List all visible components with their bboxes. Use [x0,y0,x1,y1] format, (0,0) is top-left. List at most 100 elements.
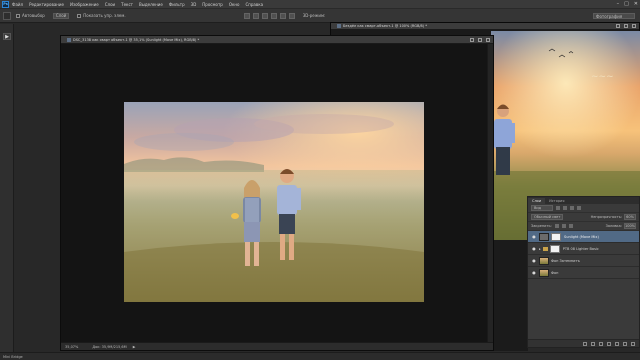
tab-history[interactable]: История [545,198,568,204]
close-icon[interactable] [486,37,490,42]
move-tool-icon[interactable] [3,11,11,20]
layers-panel-footer [528,339,639,347]
filter-adjustment-icon[interactable] [563,206,567,210]
add-mask-icon[interactable] [599,341,603,346]
align-bottom-icon[interactable] [288,12,295,19]
menu-image[interactable]: Изображение [70,2,99,7]
document-title-bar[interactable]: Бездёл как смарт-объект-1 @ 100% (RGB/8)… [331,23,639,30]
layer-item[interactable]: ● ▸ PTB 08 Lighter Basic [528,243,639,255]
lock-label: Закрепить: [531,224,552,228]
maximize-icon[interactable]: □ [624,1,629,7]
eye-icon[interactable]: ● [531,246,537,251]
minimize-icon[interactable] [470,37,474,42]
minimize-icon[interactable]: – [617,1,620,7]
expand-group-icon[interactable]: ▸ [539,247,541,251]
blend-mode-dropdown[interactable]: Обычный свет [531,214,564,220]
opacity-input[interactable]: 60% [624,214,636,220]
close-icon[interactable]: ✕ [634,1,638,7]
menu-bar: Ps Файл Редактирование Изображение Слои … [0,0,640,9]
minimize-icon[interactable] [616,24,620,28]
lock-all-icon[interactable] [568,224,573,228]
mini-bridge-tab[interactable]: Mini Bridge [3,355,23,359]
layer-name: Фон Затемнитъ [551,258,580,263]
expand-tools-icon[interactable]: ▶ [3,33,11,40]
workspace-gap [494,240,528,351]
zoom-level[interactable]: 35,07% [65,345,78,349]
menu-3d[interactable]: 3D [191,2,197,7]
document-window-controls [470,37,493,42]
document-icon [337,24,341,28]
layer-kind-filter[interactable]: Вид [531,205,553,211]
eye-icon[interactable]: ● [531,270,537,275]
new-group-icon[interactable] [615,341,619,346]
filter-pixel-icon[interactable] [556,206,560,210]
align-icons [243,12,295,19]
filter-shape-icon[interactable] [577,206,581,210]
menu-file[interactable]: Файл [12,2,23,7]
menu-filter[interactable]: Фильтр [169,2,185,7]
3d-mode-label: 3D-режим: [302,13,326,18]
autoselect-checkbox[interactable]: Автовыбор [16,13,45,18]
maximize-icon[interactable] [478,37,482,42]
canvas-photo[interactable] [124,102,424,302]
tools-panel: ▶ [0,24,14,360]
delete-layer-icon[interactable] [631,341,635,346]
layer-style-icon[interactable] [591,341,595,346]
layer-thumbnail [539,268,549,277]
blend-row: Обычный свет Непрозрачность: 60% [528,213,639,222]
layer-thumbnail [539,232,549,241]
layer-item[interactable]: ● Фон Затемнитъ [528,255,639,267]
vertical-scrollbar[interactable] [487,44,493,344]
layer-mask-thumbnail[interactable] [551,232,561,241]
lock-pixels-icon[interactable] [554,224,559,228]
align-center-icon[interactable] [252,12,259,19]
document-window[interactable]: DSC_3138 как сварт объект-1 @ 35,1% (Sun… [60,35,494,351]
checkbox-icon [16,13,20,18]
autoselect-dropdown[interactable]: Слой [52,12,70,19]
document-title-bar[interactable]: DSC_3138 как сварт объект-1 @ 35,1% (Sun… [61,36,493,44]
layers-panel-tabs: Слои История [528,197,639,204]
align-left-icon[interactable] [243,12,250,19]
eye-icon[interactable]: ● [531,234,537,239]
layer-name: Sunlight (Move Mix) [564,234,599,239]
layer-name: Фон [551,270,559,275]
status-menu-icon[interactable]: ▶ [133,345,136,349]
layer-item[interactable]: ● Sunlight (Move Mix) [528,231,639,243]
svg-text:~~~: ~~~ [591,72,614,82]
align-middle-icon[interactable] [279,12,286,19]
link-layers-icon[interactable] [583,341,587,346]
layer-item[interactable]: ● Фон [528,267,639,279]
fill-input[interactable]: 100% [624,223,636,229]
layer-mask-thumbnail[interactable] [549,244,560,253]
window-controls: – □ ✕ [617,1,638,7]
canvas-area[interactable] [61,44,493,344]
adjustment-layer-icon[interactable] [607,341,611,346]
menu-edit[interactable]: Редактирование [29,2,64,7]
lock-row: Закрепить: Заливка: 100% [528,222,639,231]
photoshop-logo: Ps [2,0,9,8]
tab-layers[interactable]: Слои [528,198,546,204]
checkbox-icon [77,13,82,18]
options-bar: Автовыбор Слой Показать упр. элем. 3D-ре… [0,9,640,23]
menu-layers[interactable]: Слои [105,2,115,7]
menu-view[interactable]: Просмотр [202,2,223,7]
document-window-controls [616,24,639,28]
eye-icon[interactable]: ● [531,258,537,263]
menu-help[interactable]: Справка [245,2,263,7]
document-status-bar: 35,07% Док: 35,9M/215,6M ▶ [61,342,493,350]
menu-select[interactable]: Выделение [139,2,163,7]
workspace-dropdown[interactable]: Фотография [593,13,635,19]
menu-window[interactable]: Окно [229,2,240,7]
menu-text[interactable]: Текст [121,2,133,7]
maximize-icon[interactable] [624,24,628,28]
opacity-label: Непрозрачность: [590,215,622,219]
fill-label: Заливка: [605,224,622,228]
align-right-icon[interactable] [261,12,268,19]
lock-position-icon[interactable] [561,224,566,228]
close-icon[interactable] [632,24,636,28]
filter-text-icon[interactable] [570,206,574,210]
align-top-icon[interactable] [270,12,277,19]
show-controls-checkbox[interactable]: Показать упр. элем. [77,13,126,18]
doc-size: Док: 35,9M/215,6M [92,344,127,349]
new-layer-icon[interactable] [623,341,627,346]
